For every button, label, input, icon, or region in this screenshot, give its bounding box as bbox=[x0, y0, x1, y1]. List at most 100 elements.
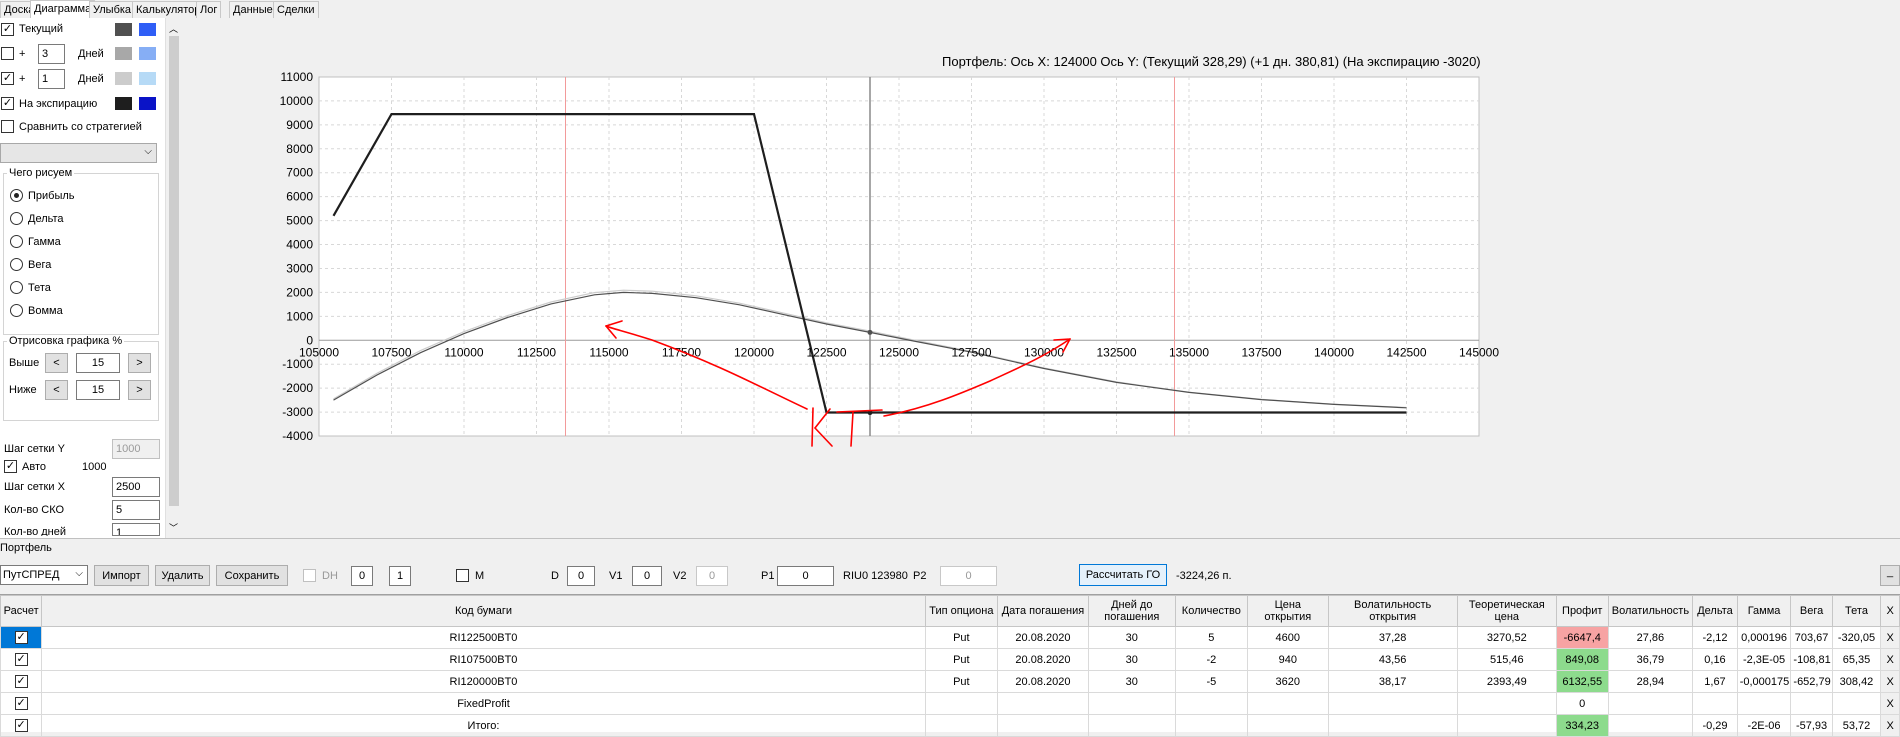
calc-checkbox[interactable]: ✓ bbox=[14, 653, 28, 666]
table-row[interactable]: ✓ RI107500BT0 Put 20.08.2020 30 -2 940 43,56 515… bbox=[0, 648, 1900, 671]
settings-scrollbar[interactable]: ︿ ﹀ bbox=[165, 18, 182, 538]
calc-checkbox[interactable]: ✓ bbox=[14, 719, 28, 732]
col-calc[interactable]: Расчет bbox=[0, 595, 43, 627]
calc-cell[interactable]: ✓ bbox=[0, 692, 43, 715]
import-button[interactable]: Импорт bbox=[94, 565, 149, 586]
calc-cell[interactable]: ✓ bbox=[0, 626, 43, 649]
radio-vomma[interactable] bbox=[10, 304, 23, 317]
radio-delta[interactable] bbox=[10, 212, 23, 225]
d-input[interactable]: 0 bbox=[567, 566, 595, 586]
calc-cell[interactable]: ✓ bbox=[0, 670, 43, 693]
save-button[interactable]: Сохранить bbox=[216, 565, 288, 586]
plus-days-2-checkbox[interactable]: ✓ bbox=[1, 72, 14, 85]
col-theta[interactable]: Тета bbox=[1831, 595, 1882, 627]
plus-days-2-color-swatch-2[interactable] bbox=[139, 72, 156, 85]
delete-button[interactable]: Удалить bbox=[155, 565, 210, 586]
plus-days-2-color-swatch[interactable] bbox=[115, 72, 132, 85]
calc-checkbox[interactable]: ✓ bbox=[14, 631, 28, 644]
cell-x[interactable]: X bbox=[1880, 626, 1900, 649]
scroll-down-icon[interactable]: ﹀ bbox=[169, 521, 178, 534]
col-vol[interactable]: Волатильность bbox=[1607, 595, 1694, 627]
col-code[interactable]: Код бумаги bbox=[41, 595, 926, 627]
current-checkbox[interactable]: ✓ bbox=[1, 23, 14, 36]
tab-calculator[interactable]: Калькулятор bbox=[132, 1, 205, 18]
table-row[interactable]: ✓ Итого: 334,23 -0,29 -2E-06 -57,93 53,72 X bbox=[0, 714, 1900, 737]
tab-deals[interactable]: Сделки bbox=[273, 1, 319, 18]
above-increase-button[interactable]: > bbox=[128, 353, 151, 373]
dh-checkbox[interactable] bbox=[303, 569, 316, 582]
below-increase-button[interactable]: > bbox=[128, 380, 151, 400]
col-qty[interactable]: Количество bbox=[1174, 595, 1249, 627]
tab-diagram[interactable]: Диаграмма bbox=[30, 0, 96, 18]
cell-x[interactable]: X bbox=[1880, 670, 1900, 693]
col-vol-open[interactable]: Волатильность открытия bbox=[1327, 595, 1458, 627]
col-delete[interactable]: X bbox=[1880, 595, 1900, 627]
col-vega[interactable]: Вега bbox=[1790, 595, 1833, 627]
cell-x[interactable]: X bbox=[1880, 648, 1900, 671]
radio-vega[interactable] bbox=[10, 258, 23, 271]
v1-input[interactable]: 0 bbox=[632, 566, 662, 586]
above-input[interactable]: 15 bbox=[76, 353, 120, 373]
sko-input[interactable]: 5 bbox=[112, 500, 160, 520]
dh-spinner-1[interactable]: 0 bbox=[351, 566, 373, 586]
plus-days-1-color-swatch[interactable] bbox=[115, 47, 132, 60]
calc-checkbox[interactable]: ✓ bbox=[14, 675, 28, 688]
tab-log[interactable]: Лог bbox=[196, 1, 222, 18]
compare-checkbox[interactable] bbox=[1, 120, 14, 133]
table-row[interactable]: ✓ RI120000BT0 Put 20.08.2020 30 -5 3620 38,17 23… bbox=[0, 670, 1900, 693]
v2-input[interactable]: 0 bbox=[696, 566, 728, 586]
col-delta[interactable]: Дельта bbox=[1692, 595, 1738, 627]
grid-y-input[interactable]: 1000 bbox=[112, 439, 160, 459]
col-gamma[interactable]: Гамма bbox=[1736, 595, 1792, 627]
col-type[interactable]: Тип опциона bbox=[924, 595, 999, 627]
y-tick-label: 3000 bbox=[286, 261, 313, 275]
positions-grid: Расчет Код бумаги Тип опциона Дата погаш… bbox=[0, 594, 1900, 737]
col-profit[interactable]: Профит bbox=[1555, 595, 1609, 627]
cell-x[interactable]: X bbox=[1880, 692, 1900, 715]
below-input[interactable]: 15 bbox=[76, 380, 120, 400]
plus-days-1-color-swatch-2[interactable] bbox=[139, 47, 156, 60]
current-color-swatch[interactable] bbox=[115, 23, 132, 36]
cell-theta: 65,35 bbox=[1831, 648, 1882, 671]
grid-x-input[interactable]: 2500 bbox=[112, 477, 160, 497]
col-date[interactable]: Дата погашения bbox=[997, 595, 1089, 627]
dh-spinner-2[interactable]: 1 bbox=[389, 566, 411, 586]
radio-profit[interactable] bbox=[10, 189, 23, 202]
cell-x[interactable]: X bbox=[1880, 714, 1900, 737]
expiry-checkbox[interactable]: ✓ bbox=[1, 97, 14, 110]
strategy-select[interactable]: ПутСПРЕД ⌵ bbox=[0, 565, 88, 585]
p1-input[interactable]: 0 bbox=[777, 566, 834, 586]
expiry-color-swatch[interactable] bbox=[115, 97, 132, 110]
plus-days-1-checkbox[interactable] bbox=[1, 47, 14, 60]
col-price[interactable]: Цена открытия bbox=[1247, 595, 1329, 627]
p2-input[interactable]: 0 bbox=[940, 566, 997, 586]
radio-theta[interactable] bbox=[10, 281, 23, 294]
strategy-compare-select[interactable]: ⌵ bbox=[0, 143, 157, 163]
radio-gamma[interactable] bbox=[10, 235, 23, 248]
current-color-swatch-2[interactable] bbox=[139, 23, 156, 36]
plus-days-1-input[interactable]: 3 bbox=[38, 44, 65, 64]
minimize-button[interactable]: _ bbox=[1880, 565, 1900, 586]
calc-cell[interactable]: ✓ bbox=[0, 714, 43, 737]
splitter[interactable] bbox=[0, 538, 1900, 539]
calc-cell[interactable]: ✓ bbox=[0, 648, 43, 671]
tab-data[interactable]: Данные bbox=[229, 1, 277, 18]
chart-svg[interactable]: 105000 107500 110000 112500 115000 117500 1200… bbox=[182, 18, 1900, 538]
col-days[interactable]: Дней до погашения bbox=[1087, 595, 1176, 627]
plus-days-2-input[interactable]: 1 bbox=[38, 69, 65, 89]
col-theo[interactable]: Теоретическая цена bbox=[1456, 595, 1557, 627]
calculate-go-button[interactable]: Рассчитать ГО bbox=[1079, 564, 1167, 586]
below-decrease-button[interactable]: < bbox=[45, 380, 68, 400]
scroll-thumb[interactable] bbox=[169, 36, 179, 506]
above-decrease-button[interactable]: < bbox=[45, 353, 68, 373]
scroll-up-icon[interactable]: ︿ bbox=[169, 22, 178, 35]
table-row[interactable]: ✓ RI122500BT0 Put 20.08.2020 30 5 4600 37,28 327… bbox=[0, 626, 1900, 649]
tab-smile[interactable]: Улыбка bbox=[89, 1, 136, 18]
expiry-color-swatch-2[interactable] bbox=[139, 97, 156, 110]
v1-label: V1 bbox=[609, 570, 623, 582]
auto-checkbox[interactable]: ✓ bbox=[4, 460, 17, 473]
calc-checkbox[interactable]: ✓ bbox=[14, 697, 28, 710]
m-checkbox[interactable] bbox=[456, 569, 469, 582]
days-input[interactable]: 1 bbox=[112, 523, 160, 536]
table-row[interactable]: ✓ FixedProfit 0 X bbox=[0, 692, 1900, 715]
